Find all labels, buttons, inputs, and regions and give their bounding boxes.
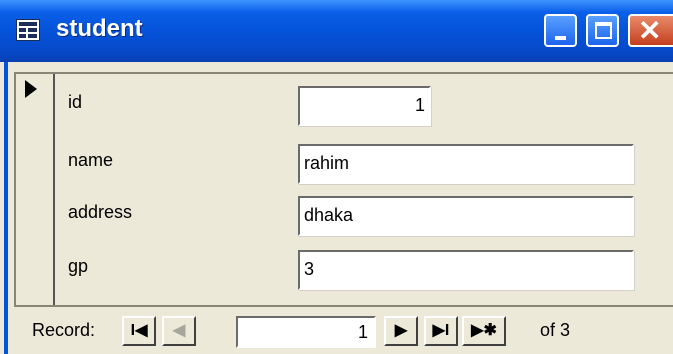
maximize-button[interactable] xyxy=(586,14,619,47)
maximize-icon xyxy=(595,22,612,39)
form-icon[interactable] xyxy=(16,19,40,41)
window-title: student xyxy=(56,15,143,42)
record-selector-arrow-icon xyxy=(25,80,37,98)
next-record-icon: ▶ xyxy=(394,322,408,339)
minimize-button[interactable] xyxy=(544,14,577,47)
gp-field[interactable]: 3 xyxy=(298,250,634,290)
record-selector[interactable] xyxy=(20,74,55,305)
previous-record-icon: ◀ xyxy=(172,322,186,339)
last-record-button[interactable]: ▶I xyxy=(424,316,458,346)
address-field[interactable]: dhaka xyxy=(298,196,634,236)
id-label: id xyxy=(68,92,83,112)
student-form-window: student ✕ id 1 name rahim address dhaka … xyxy=(0,0,673,354)
name-field[interactable]: rahim xyxy=(298,144,634,184)
current-record-input[interactable]: 1 xyxy=(236,316,376,348)
record-count: of 3 xyxy=(540,320,571,340)
first-record-icon: I◀ xyxy=(130,322,148,339)
id-field[interactable]: 1 xyxy=(298,86,431,126)
new-record-icon: ▶✱ xyxy=(471,322,497,339)
gp-label: gp xyxy=(68,256,89,276)
close-button[interactable]: ✕ xyxy=(628,14,673,47)
close-icon: ✕ xyxy=(638,15,662,46)
first-record-button[interactable]: I◀ xyxy=(122,316,156,346)
record-navigator: Record: I◀ ◀ 1 ▶ ▶I ▶✱ of 3 xyxy=(14,310,673,350)
previous-record-button[interactable]: ◀ xyxy=(162,316,196,346)
new-record-button[interactable]: ▶✱ xyxy=(462,316,506,346)
minimize-icon xyxy=(555,36,566,40)
last-record-icon: ▶I xyxy=(432,322,450,339)
address-label: address xyxy=(68,202,133,222)
title-bar[interactable]: student ✕ xyxy=(0,0,673,62)
name-label: name xyxy=(68,150,114,170)
next-record-button[interactable]: ▶ xyxy=(384,316,418,346)
record-label: Record: xyxy=(32,320,96,340)
